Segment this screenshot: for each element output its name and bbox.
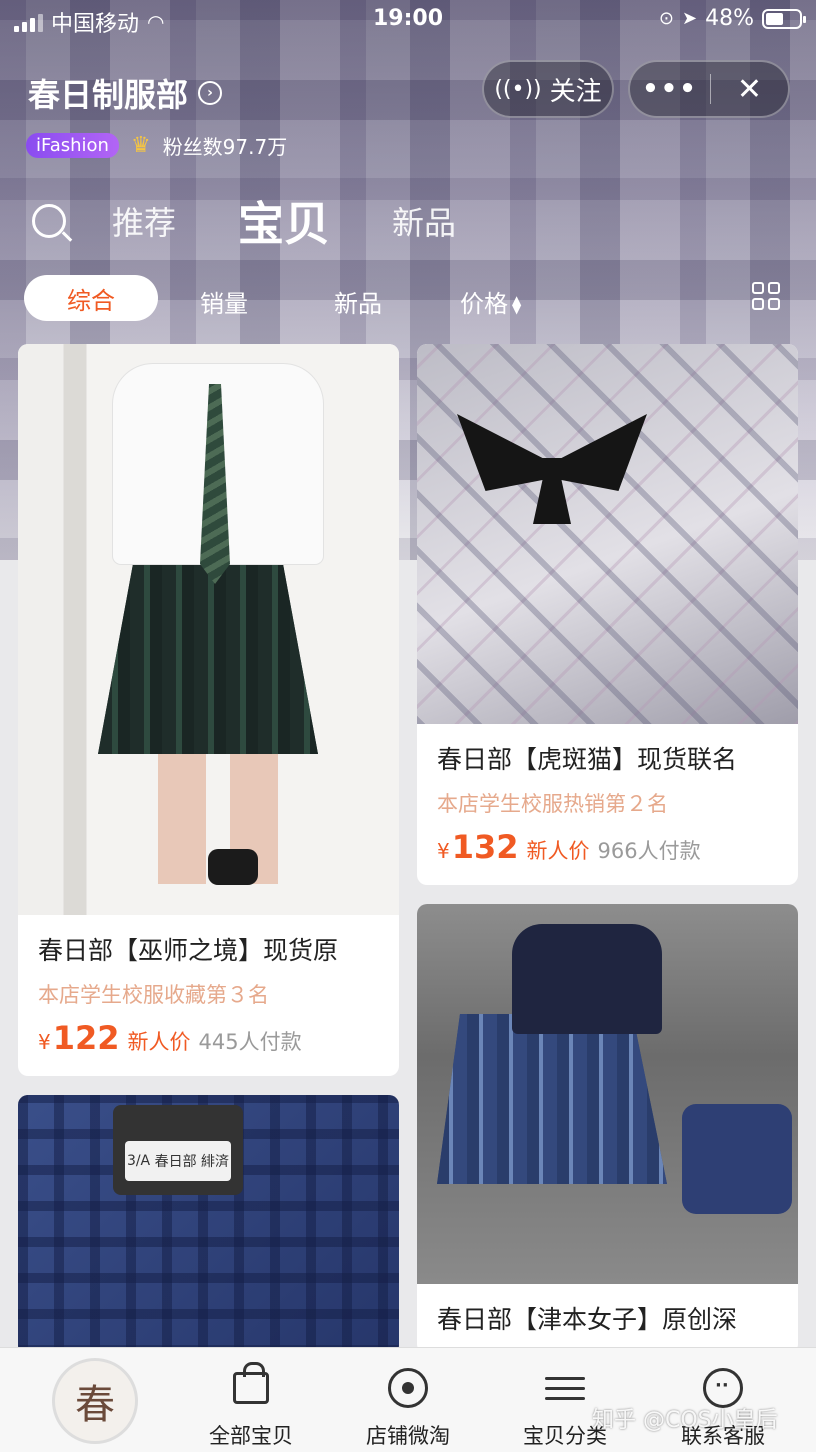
ifashion-badge: iFashion <box>26 133 119 158</box>
product-rank: 本店学生校服热销第２名 <box>437 792 668 816</box>
battery-icon <box>762 8 806 29</box>
broadcast-icon: ((•)) <box>494 76 542 102</box>
price-tag: 新人价 <box>127 1030 191 1054</box>
sort-price[interactable]: 价格 ▲ ▼ <box>460 284 521 319</box>
fans-count: 粉丝数97.7万 <box>162 135 288 159</box>
store-name: 春日制服部 <box>28 76 189 114</box>
product-image <box>18 344 399 915</box>
store-meta: iFashion ♛ 粉丝数97.7万 <box>26 131 287 160</box>
shop-logo[interactable]: 春 <box>52 1358 138 1444</box>
tab-new[interactable]: 新品 <box>392 198 456 244</box>
product-rank: 本店学生校服收藏第３名 <box>38 983 269 1007</box>
bottom-nav: 春 全部宝贝 店铺微淘 宝贝分类 联系客服 <box>0 1347 816 1452</box>
follow-button[interactable]: ((•)) 关注 <box>482 60 614 118</box>
price-tag: 新人价 <box>526 839 590 863</box>
grid-view-icon[interactable] <box>752 282 780 310</box>
product-title: 春日部【巫师之境】现货原 <box>38 936 339 965</box>
currency-symbol: ¥ <box>38 1030 51 1054</box>
nav-all-products[interactable]: 全部宝贝 <box>196 1362 306 1450</box>
product-image: 3/A 春日部 緋済 <box>18 1095 399 1355</box>
sort-comprehensive[interactable]: 综合 <box>24 275 158 321</box>
status-bar: 中国移动 ◠ 19:00 ⊙ ➤ 48% <box>0 0 816 42</box>
battery-percent: 48% <box>705 6 754 31</box>
nav-store-feed[interactable]: 店铺微淘 <box>353 1362 463 1450</box>
tab-products[interactable]: 宝贝 <box>238 188 330 254</box>
product-card[interactable]: 春日部【津本女子】原创深 <box>417 904 798 1354</box>
sort-bar: 综合 销量 新品 价格 ▲ ▼ <box>24 274 794 322</box>
crown-icon: ♛ <box>130 133 151 158</box>
product-card[interactable]: 3/A 春日部 緋済 <box>18 1095 399 1355</box>
close-button[interactable]: ✕ <box>711 72 788 107</box>
rotation-lock-icon: ⊙ <box>658 8 674 29</box>
more-button[interactable]: ••• <box>630 74 710 104</box>
nav-label: 全部宝贝 <box>209 1424 293 1448</box>
main-tabs: 推荐 宝贝 新品 <box>32 188 518 254</box>
name-badge-image: 3/A 春日部 緋済 <box>113 1105 243 1195</box>
product-price: 132 <box>451 828 519 866</box>
category-list-icon <box>545 1376 585 1400</box>
sort-arrows-icon: ▲ ▼ <box>512 293 522 316</box>
tab-recommend[interactable]: 推荐 <box>112 198 176 244</box>
paid-count: 445人付款 <box>198 1030 302 1054</box>
product-price: 122 <box>52 1019 120 1057</box>
shopping-bag-icon <box>233 1362 269 1404</box>
product-card[interactable]: 春日部【虎斑猫】现货联名 本店学生校服热销第２名 ¥ 132 新人价 966人付… <box>417 344 798 885</box>
product-card[interactable]: 春日部【巫师之境】现货原 本店学生校服收藏第３名 ¥ 122 新人价 445人付… <box>18 344 399 1076</box>
sort-sales[interactable]: 销量 <box>200 284 248 319</box>
sort-price-label: 价格 <box>460 290 508 318</box>
store-name-link[interactable]: 春日制服部 › <box>28 70 223 116</box>
miniapp-capsule: ••• ✕ <box>628 60 790 118</box>
location-icon: ➤ <box>682 8 698 29</box>
nav-label: 店铺微淘 <box>366 1424 450 1448</box>
badge-class-text: 3/A <box>126 1153 151 1169</box>
follow-label: 关注 <box>549 76 602 107</box>
product-image <box>417 904 798 1284</box>
product-image <box>417 344 798 724</box>
search-icon[interactable] <box>32 204 66 238</box>
paid-count: 966人付款 <box>597 839 701 863</box>
sort-new[interactable]: 新品 <box>334 284 382 319</box>
product-title: 春日部【津本女子】原创深 <box>437 1305 738 1334</box>
watermark: 知乎 @COS小皇后 <box>592 1408 778 1433</box>
badge-name-text: 春日部 緋済 <box>154 1154 230 1170</box>
chevron-right-icon: › <box>198 81 223 105</box>
live-broadcast-icon <box>388 1368 428 1408</box>
currency-symbol: ¥ <box>437 839 450 863</box>
product-title: 春日部【虎斑猫】现货联名 <box>437 745 738 774</box>
